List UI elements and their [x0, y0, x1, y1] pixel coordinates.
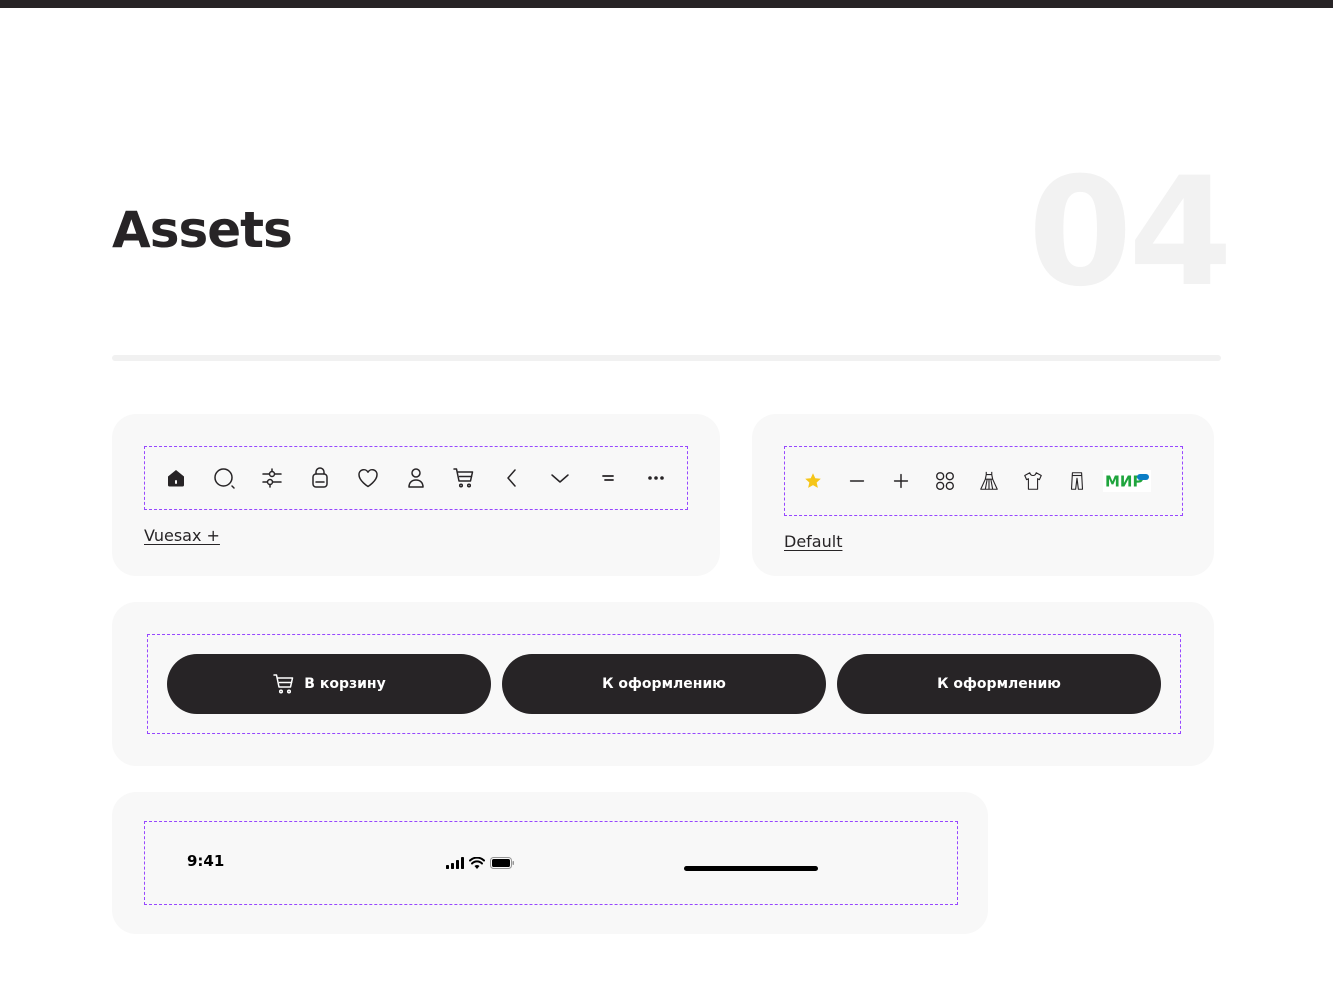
- add-to-cart-label: В корзину: [304, 676, 386, 692]
- dress-icon[interactable]: [967, 459, 1011, 503]
- search-icon[interactable]: [200, 454, 248, 502]
- minus-icon[interactable]: [835, 459, 879, 503]
- mir-logo: МИР: [1099, 459, 1155, 503]
- star-icon[interactable]: [791, 459, 835, 503]
- wifi-icon: [469, 857, 485, 869]
- icon-row-default: МИР: [791, 459, 1155, 503]
- pants-icon[interactable]: [1055, 459, 1099, 503]
- icon-set-label-vuesax[interactable]: Vuesax +: [144, 526, 220, 545]
- menu-icon[interactable]: [584, 454, 632, 502]
- checkout-button[interactable]: К оформлению: [502, 654, 826, 714]
- chevron-left-icon[interactable]: [488, 454, 536, 502]
- bag-icon[interactable]: [296, 454, 344, 502]
- divider: [112, 355, 1221, 361]
- status-bar-frame: [144, 821, 958, 905]
- page-title: Assets: [112, 201, 293, 259]
- tshirt-icon[interactable]: [1011, 459, 1055, 503]
- plus-icon[interactable]: [879, 459, 923, 503]
- checkout-button-variant[interactable]: К оформлению: [837, 654, 1161, 714]
- top-bar: [0, 0, 1333, 8]
- section-number: 04: [1028, 146, 1233, 320]
- cellular-signal-icon: [446, 857, 464, 869]
- icon-set-label-default[interactable]: Default: [784, 532, 842, 551]
- add-to-cart-button[interactable]: В корзину: [167, 654, 491, 714]
- home-icon[interactable]: [152, 454, 200, 502]
- icon-row-vuesax: [152, 454, 680, 502]
- checkout-label-variant: К оформлению: [937, 676, 1061, 692]
- heart-icon[interactable]: [344, 454, 392, 502]
- grid-icon[interactable]: [923, 459, 967, 503]
- profile-icon[interactable]: [392, 454, 440, 502]
- more-icon[interactable]: [632, 454, 680, 502]
- home-indicator: [684, 866, 818, 871]
- status-icons: [446, 857, 515, 869]
- cart-icon[interactable]: [440, 454, 488, 502]
- checkout-label: К оформлению: [602, 676, 726, 692]
- chevron-down-icon[interactable]: [536, 454, 584, 502]
- status-time: 9:41: [187, 852, 225, 870]
- battery-icon: [490, 857, 515, 869]
- filter-icon[interactable]: [248, 454, 296, 502]
- cart-icon: [272, 672, 296, 696]
